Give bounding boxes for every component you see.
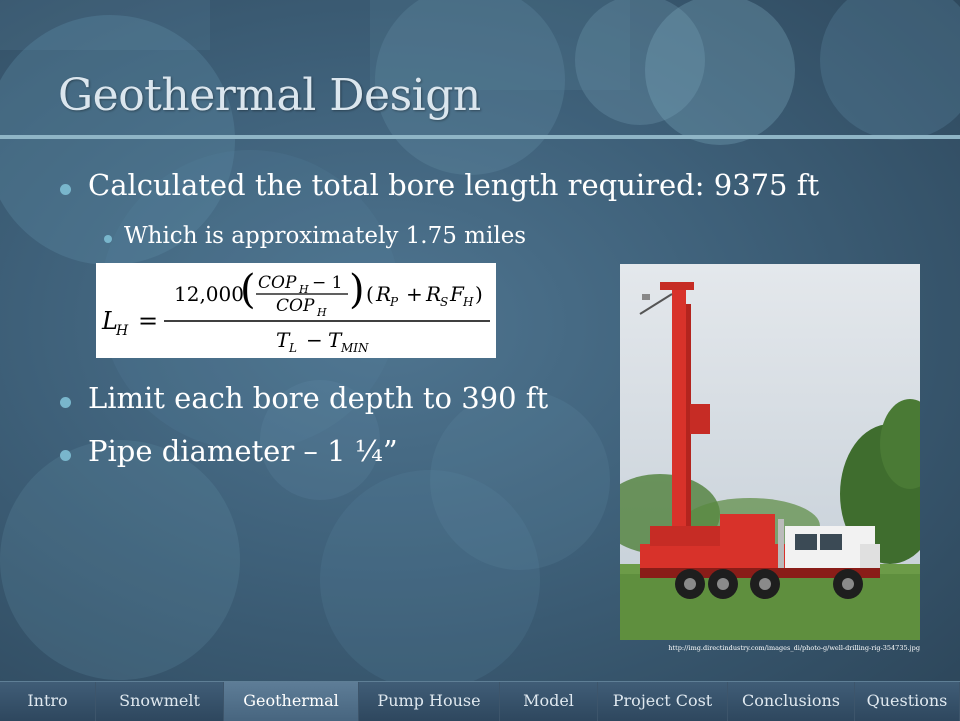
bullet-text: Limit each bore depth to 390 ft	[88, 381, 549, 415]
formula-rs: R	[425, 282, 441, 306]
formula-rs-sub: S	[440, 295, 448, 309]
formula-paren-close-small: )	[475, 282, 483, 306]
formula-lhs-sub: H	[115, 323, 129, 339]
bullet-text: Pipe diameter – 1 ¼”	[88, 434, 398, 468]
nav-tab-snowmelt[interactable]: Snowmelt	[96, 682, 224, 721]
bullet-dot-icon	[60, 184, 71, 195]
slide-navigation-bar: Intro Snowmelt Geothermal Pump House Mod…	[0, 681, 960, 721]
nav-tab-geothermal[interactable]: Geothermal	[224, 682, 359, 721]
title-divider	[0, 135, 960, 139]
image-source-caption: http://img.directindustry.com/images_di/…	[668, 644, 920, 652]
formula-equals: =	[138, 307, 158, 335]
formula-rp: R	[375, 282, 391, 306]
formula-plus: +	[406, 282, 423, 306]
nav-tab-questions[interactable]: Questions	[855, 682, 960, 721]
bullet-dot-icon	[60, 397, 71, 408]
nav-tab-project-cost[interactable]: Project Cost	[598, 682, 728, 721]
formula-paren-open: (	[240, 267, 256, 313]
formula-cop-top: COP	[258, 273, 297, 293]
nav-tab-conclusions[interactable]: Conclusions	[728, 682, 855, 721]
formula-fh-sub: H	[462, 295, 474, 309]
drilling-rig-photo	[600, 264, 940, 640]
formula-cop-bottom-sub: H	[316, 306, 327, 319]
formula-tmin-sub: MIN	[340, 341, 369, 355]
bullet-dot-icon	[104, 235, 112, 243]
formula-minus-one: − 1	[312, 273, 342, 293]
formula-coefficient: 12,000	[174, 282, 244, 306]
formula-paren-open-small: (	[366, 282, 374, 306]
nav-tab-pump-house[interactable]: Pump House	[359, 682, 500, 721]
formula-paren-close: )	[349, 267, 365, 313]
formula-tl-sub: L	[288, 341, 297, 355]
bore-length-formula: L H = 12,000 ( COP H − 1 COP H ) ( R P +…	[96, 263, 496, 358]
slide-title: Geothermal Design	[58, 70, 481, 121]
bullet-dot-icon	[60, 450, 71, 461]
bullet-text: Which is approximately 1.75 miles	[124, 223, 527, 249]
nav-tab-intro[interactable]: Intro	[0, 682, 96, 721]
formula-rp-sub: P	[389, 295, 399, 309]
bullet-text: Calculated the total bore length require…	[88, 168, 820, 202]
formula-cop-bottom: COP	[276, 296, 315, 316]
formula-minus: −	[306, 328, 323, 352]
nav-tab-model[interactable]: Model	[500, 682, 598, 721]
